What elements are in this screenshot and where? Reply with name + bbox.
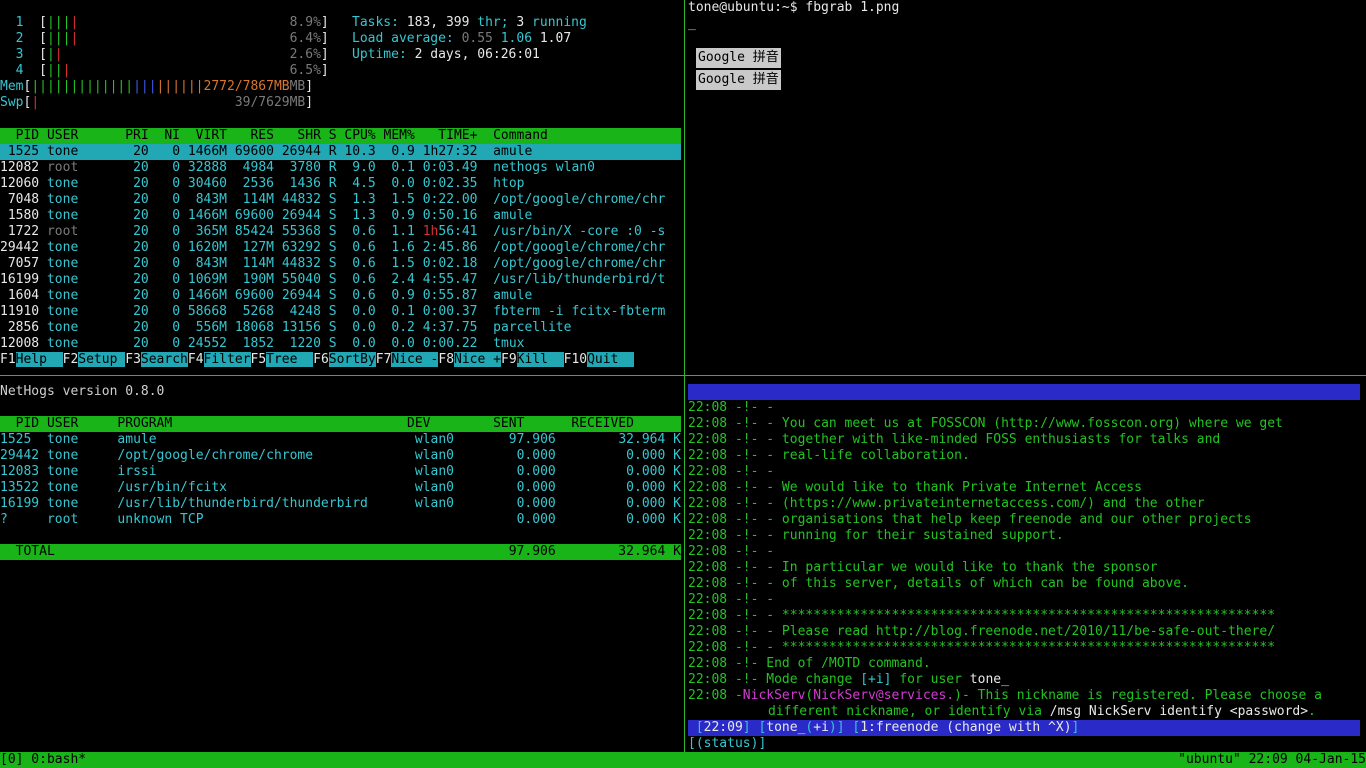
shell-command: fbgrab 1.png [805,0,900,15]
irssi-input-line[interactable]: [(status)] [688,736,766,752]
mem-label: Mem [0,79,24,94]
irc-line: 22:08 -!- - of this server, details of w… [688,576,1189,591]
tasks-summary: Tasks: 183, 399 thr; 3 running [352,15,587,30]
process-row[interactable]: 2856 tone 20 0 556M 18068 13156 S 0.0 0.… [0,320,681,336]
fkey-search[interactable]: Search [140,352,188,367]
irc-line: 22:08 -!- - [688,400,775,415]
process-row[interactable]: 16199 tone 20 0 1069M 190M 55040 S 0.6 2… [0,272,681,288]
process-row[interactable]: 1525 tone 20 0 1466M 69600 26944 R 10.3 … [0,144,681,160]
process-row[interactable]: 29442 tone 20 0 1620M 127M 63292 S 0.6 1… [0,240,681,256]
irc-line: 22:08 -!- - You can meet us at FOSSCON (… [688,416,1283,431]
cpu-meters: 1 [|||| 8.9%] 2 [|||| 6.4%] 3 [|| 2.6%] … [0,15,330,79]
mem-value: 2772/7867MB [203,79,290,94]
process-row[interactable]: 1604 tone 20 0 1466M 69600 26944 S 0.6 0… [0,288,681,304]
irc-line: 22:08 -!- - running for their sustained … [688,528,1064,543]
fkey-nice-[interactable]: Nice + [454,352,501,367]
htop-function-keys: F1Help F2Setup F3SearchF4FilterF5Tree F6… [0,352,635,367]
cpu-meter-1: 1 [|||| 8.9%] [15,15,329,30]
irssi-input[interactable]: [(status)] [688,736,766,752]
process-row[interactable]: 12082 root 20 0 32888 4984 3780 R 9.0 0.… [0,160,681,176]
irc-nickserv-continuation: different nickname, or identify via /msg… [768,704,1316,719]
shell-prompt: tone@ubuntu:~$ [688,0,806,15]
nethogs-row: 1525 tone amule wlan0 97.906 32.964 KB/s… [0,432,681,447]
fkey-sortby[interactable]: SortBy [328,352,376,367]
process-row[interactable]: 7048 tone 20 0 843M 114M 44832 S 1.3 1.5… [0,192,681,208]
ime-indicator-2: Google 拼音 [696,70,781,90]
fkey-kill[interactable]: Kill [516,352,564,367]
nethogs-pane: NetHogs version 0.8.0 PID USER PROGRAM D… [0,384,681,752]
nethogs-table-header: PID USER PROGRAM DEV SENT RECEIVED [0,416,681,432]
nethogs-row: 29442 tone /opt/google/chrome/chrome wla… [0,448,681,463]
process-row[interactable]: 11910 tone 20 0 58668 5268 4248 S 0.0 0.… [0,304,681,320]
status-nick: tone_ [766,720,806,735]
uptime: Uptime: 2 days, 06:26:01 [352,47,540,62]
cpu-meter-3: 3 [|| 2.6%] [15,47,329,62]
irc-line: 22:08 -!- - Please read http://blog.free… [688,624,1276,639]
process-table-header[interactable]: PID USER PRI NI VIRT RES SHR S CPU% MEM%… [0,128,681,144]
tasks-count: 183, [406,15,439,30]
process-row[interactable]: 12008 tone 20 0 24552 1852 1220 S 0.0 0.… [0,336,681,352]
irc-line: 22:08 -!- - (https://www.privateinternet… [688,496,1205,511]
irc-line: 22:08 -!- - In particular we would like … [688,560,1158,575]
fkey-setup[interactable]: Setup [78,352,126,367]
load-average: Load average: 0.55 1.06 1.07 [352,31,572,46]
irc-line: 22:08 -!- - We would like to thank Priva… [688,480,1142,495]
tmux-status-right: "ubuntu" 22:09 04-Jan-15 [1178,752,1366,767]
nethogs-version: NetHogs version 0.8.0 [0,384,165,399]
nethogs-row: 12083 tone irssi wlan0 0.000 0.000 KB/se… [0,464,681,479]
irssi-topic-bar [688,384,1360,400]
irc-nickserv-line: 22:08 -NickServ(NickServ@services.)- Thi… [688,688,1322,703]
irc-line: 22:08 -!- - [688,464,775,479]
irssi-pane: 22:08 -!- -22:08 -!- - You can meet us a… [688,400,1366,720]
nethogs-row: ? root unknown TCP 0.000 0.000 KB/sec [0,512,681,527]
irc-line: 22:08 -!- - together with like-minded FO… [688,432,1221,447]
cpu-meter-4: 4 [||| 6.5%] [15,63,329,78]
irssi-status-bar: [22:09] [tone_(+i)] [1:freenode (change … [688,720,1360,736]
irc-line: 22:08 -!- - ****************************… [688,640,1276,655]
fkey-tree[interactable]: Tree [266,352,314,367]
fkey-help[interactable]: Help [15,352,63,367]
fkey-nice-[interactable]: Nice - [391,352,439,367]
process-row[interactable]: 12060 tone 20 0 30460 2536 1436 R 4.5 0.… [0,176,681,192]
process-row[interactable]: 1580 tone 20 0 1466M 69600 26944 S 1.3 0… [0,208,681,224]
pane-divider-horizontal[interactable] [0,375,1366,376]
running-count: 3 [516,15,525,30]
tmux-status-bar: [0] 0:bash* "ubuntu" 22:09 04-Jan-15 [0,752,1366,768]
htop-pane: 1 [|||| 8.9%] 2 [|||| 6.4%] 3 [|| 2.6%] … [0,0,681,368]
nethogs-row: 16199 tone /usr/lib/thunderbird/thunderb… [0,496,681,511]
irc-line: 22:08 -!- - ****************************… [688,608,1276,623]
irc-line: 22:08 -!- - [688,592,775,607]
irc-line: 22:08 -!- End of /MOTD command. [688,656,931,671]
process-row[interactable]: 1722 root 20 0 365M 85424 55368 S 0.6 1.… [0,224,681,240]
tmux-window-list[interactable]: [0] 0:bash* [0,752,86,768]
pane-divider-vertical[interactable] [681,0,688,752]
ime-indicator-1: Google 拼音 [696,48,781,68]
fkey-filter[interactable]: Filter [203,352,251,367]
swap-meter: Swp[| 39/7629MB] [0,95,314,110]
irc-line: 22:08 -!- - real-life collaboration. [688,448,970,463]
irc-mode-line: 22:08 -!- Mode change [+i] for user tone… [688,672,1009,687]
status-window: 1:freenode (change with ^X) [860,720,1072,735]
swp-label: Swp [0,95,24,110]
shell-pane[interactable]: tone@ubuntu:~$ fbgrab 1.png _ [688,0,1366,368]
threads-count: 399 [445,15,470,30]
fkey-quit[interactable]: Quit [587,352,635,367]
swp-value: 39/7629MB [234,95,306,110]
nethogs-row: 13522 tone /usr/bin/fcitx wlan0 0.000 0.… [0,480,681,495]
status-time: 22:09 [703,720,743,735]
process-row[interactable]: 7057 tone 20 0 843M 114M 44832 S 0.6 1.5… [0,256,681,272]
shell-prompt-line: tone@ubuntu:~$ fbgrab 1.png [688,0,899,16]
memory-meter: Mem[||||||||||||||||||||||2772/7867MBMB] [0,79,314,94]
irc-line: 22:08 -!- - [688,544,775,559]
cpu-meter-2: 2 [|||| 6.4%] [15,31,329,46]
nethogs-total-row: TOTAL 97.906 32.964 KB/sec [0,544,721,560]
shell-cursor: _ [688,16,696,31]
irc-line: 22:08 -!- - organisations that help keep… [688,512,1252,527]
